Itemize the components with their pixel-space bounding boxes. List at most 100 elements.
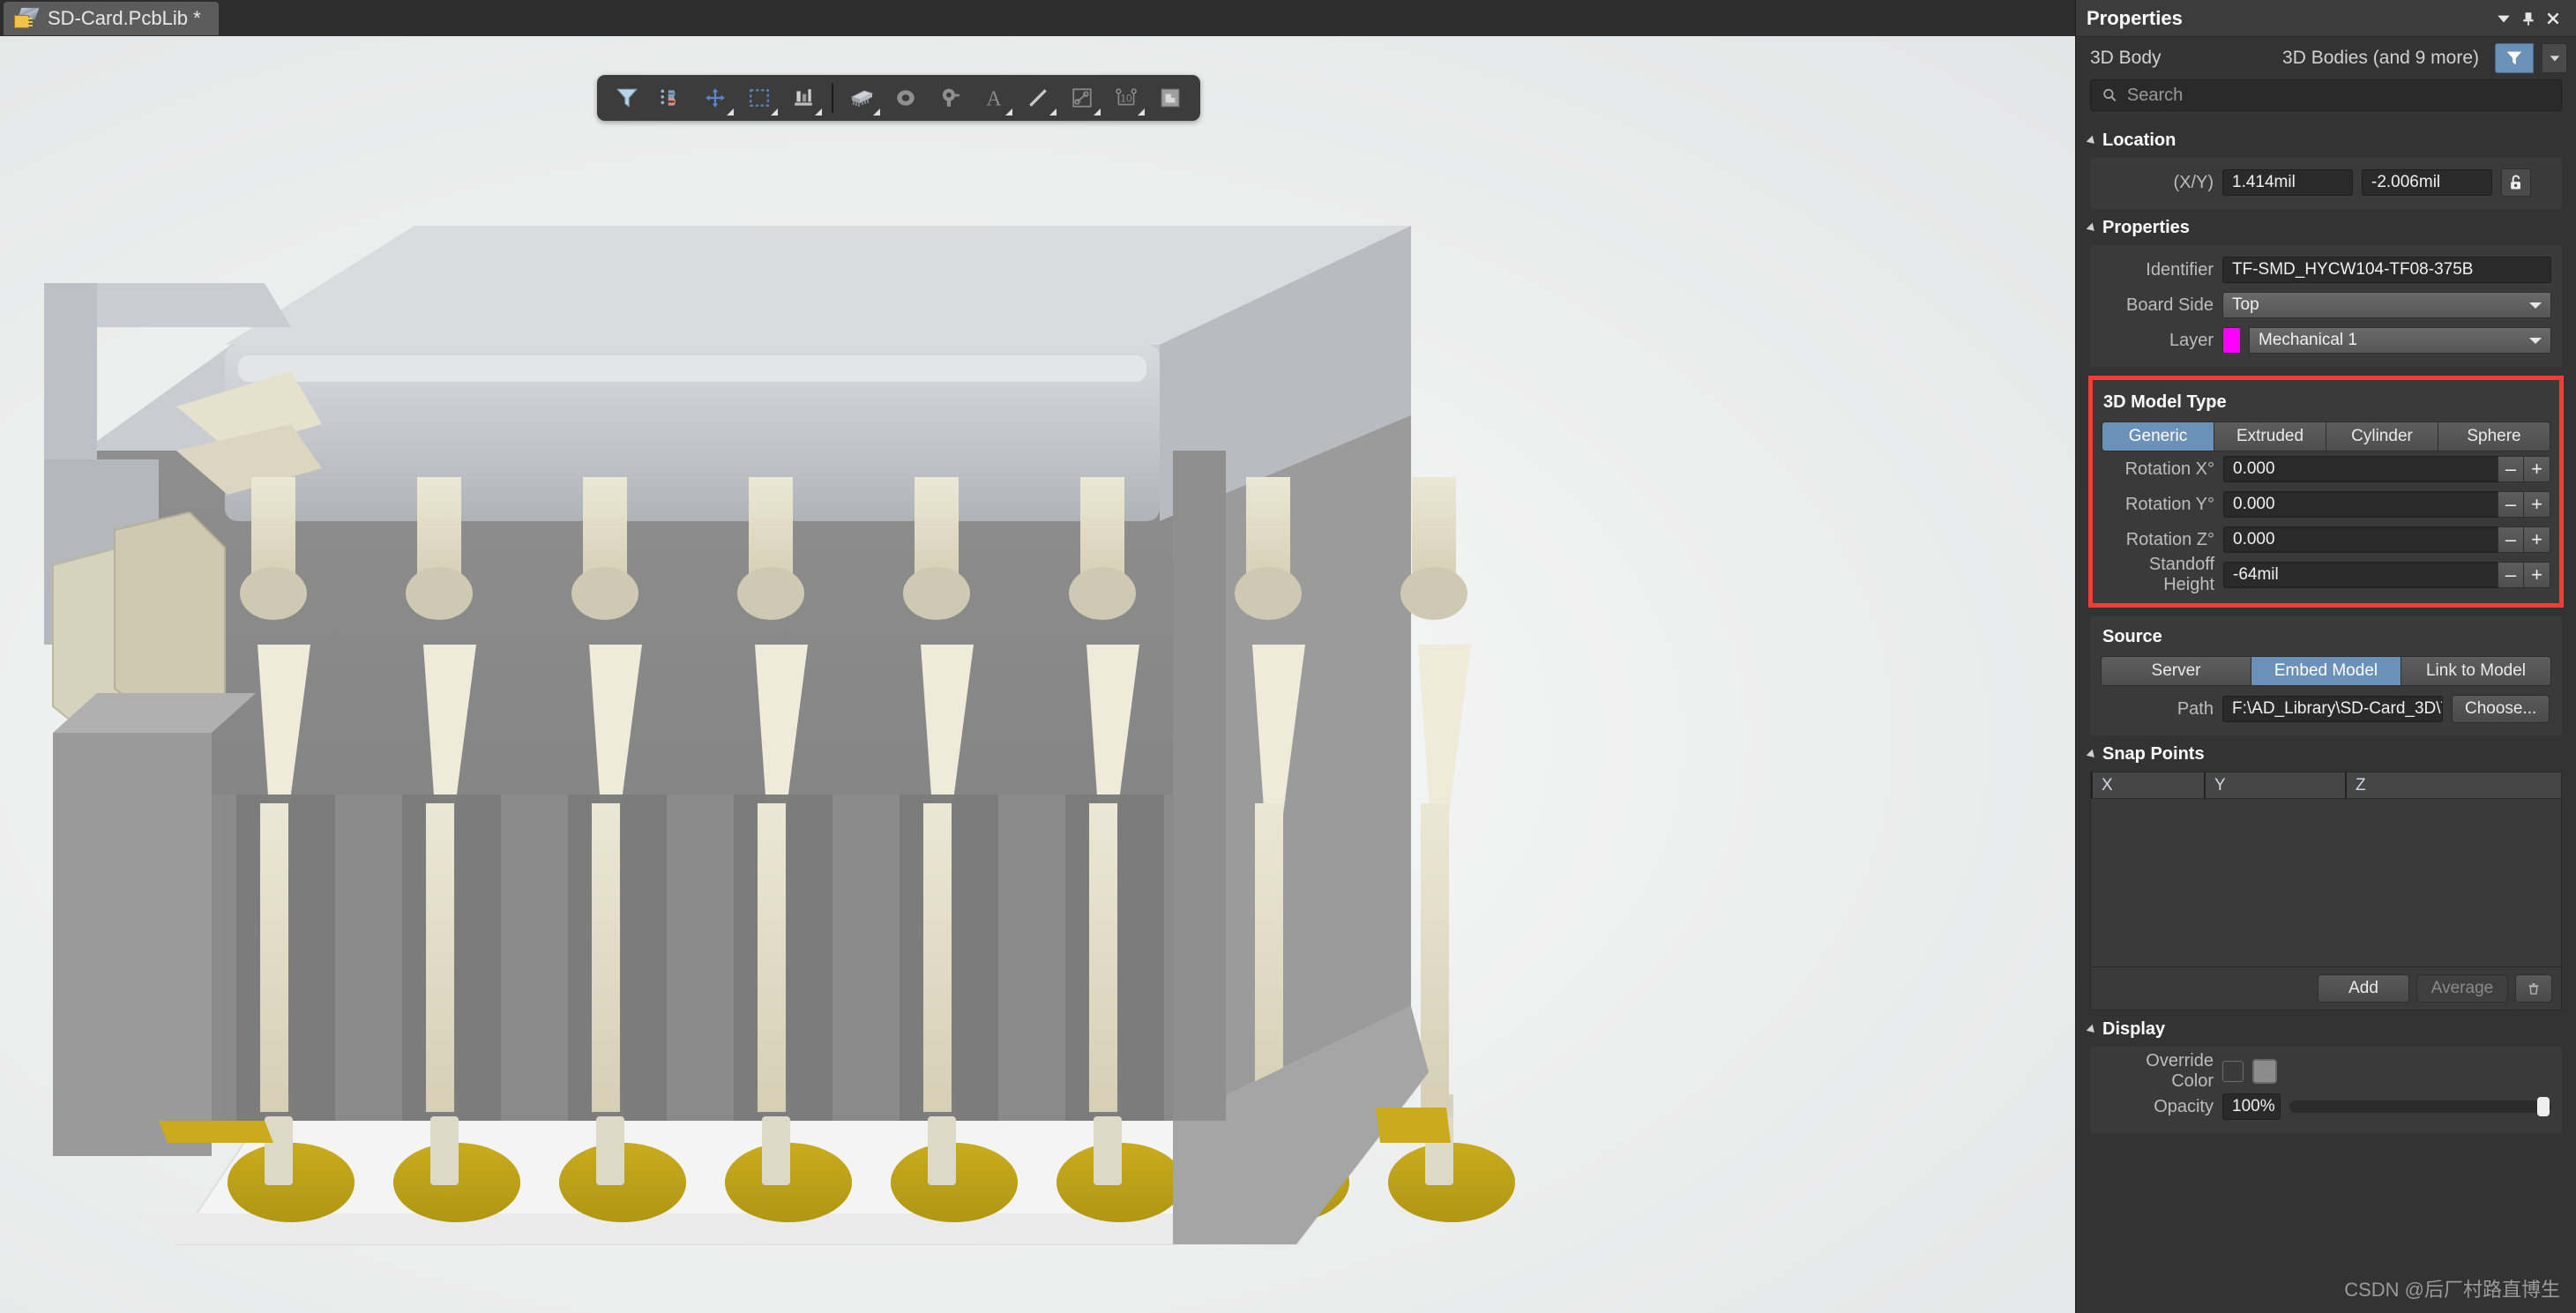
- source-option-link-to-model[interactable]: Link to Model: [2401, 657, 2550, 685]
- magnet-icon: [661, 89, 676, 106]
- location-xy-row: (X/Y) 1.414mil -2.006mil: [2101, 165, 2551, 200]
- chevron-down-icon: [2529, 302, 2542, 309]
- board-side-label: Board Side: [2126, 295, 2214, 315]
- rotation-y-input[interactable]: 0.000: [2223, 491, 2498, 518]
- standoff-height-input[interactable]: -64mil: [2223, 562, 2498, 588]
- trash-icon: [2528, 983, 2539, 995]
- close-icon[interactable]: [2541, 6, 2565, 31]
- dropdown-corner-icon: [1138, 108, 1145, 116]
- dimension-10-icon: 10: [1116, 88, 1137, 106]
- model-type-option-sphere[interactable]: Sphere: [2438, 422, 2550, 451]
- snap-points-table: X Y Z Add Average: [2090, 772, 2562, 1011]
- source-segmented-control[interactable]: Server Embed Model Link to Model: [2101, 656, 2551, 686]
- opacity-label: Opacity: [2154, 1096, 2214, 1116]
- snap-column-y: Y: [2204, 772, 2345, 798]
- override-color-checkbox[interactable]: [2222, 1061, 2244, 1082]
- opacity-slider[interactable]: [2289, 1097, 2551, 1116]
- location-y-input[interactable]: -2.006mil: [2362, 169, 2492, 196]
- text-a-icon: A: [986, 88, 1002, 109]
- source-option-embed-model[interactable]: Embed Model: [2251, 657, 2401, 685]
- section-header-display[interactable]: Display: [2076, 1011, 2576, 1047]
- display-group: Override Color Opacity 100%: [2090, 1047, 2562, 1133]
- region-icon: [1072, 88, 1092, 108]
- snap-add-button[interactable]: Add: [2318, 974, 2409, 1003]
- rotation-y-decrement-button[interactable]: –: [2498, 491, 2524, 518]
- funnel-icon: [2506, 51, 2522, 65]
- svg-text:A: A: [986, 88, 1002, 109]
- rotation-z-stepper[interactable]: 0.000 – +: [2223, 526, 2550, 553]
- layer-select[interactable]: Mechanical 1: [2249, 327, 2551, 354]
- choose-path-button[interactable]: Choose...: [2452, 695, 2550, 723]
- identifier-input[interactable]: TF-SMD_HYCW104-TF08-375B: [2222, 257, 2551, 283]
- toolbar-line-tool[interactable]: [1017, 78, 1059, 117]
- location-x-input[interactable]: 1.414mil: [2222, 169, 2353, 196]
- rotation-x-increment-button[interactable]: +: [2524, 456, 2550, 482]
- dropdown-corner-icon: [873, 108, 880, 116]
- connector-3d-model: [44, 226, 1515, 1245]
- document-tab-sd-card-pcblib[interactable]: SD-Card.PcbLib *: [4, 2, 219, 35]
- rotation-y-increment-button[interactable]: +: [2524, 491, 2550, 518]
- board-side-select[interactable]: Top: [2222, 292, 2551, 318]
- toolbar-align-tool[interactable]: [782, 78, 825, 117]
- toolbar-region-tool[interactable]: [1061, 78, 1103, 117]
- section-header-snap-points[interactable]: Snap Points: [2076, 735, 2576, 772]
- pcb-floating-toolbar[interactable]: A 10: [597, 75, 1200, 121]
- opacity-input[interactable]: 100%: [2222, 1093, 2281, 1120]
- toolbar-dimension-tool[interactable]: 10: [1105, 78, 1147, 117]
- section-title-properties: Properties: [2102, 218, 2190, 237]
- toolbar-filter-tool[interactable]: [606, 78, 648, 117]
- rotation-x-row: Rotation X° 0.000 – +: [2102, 451, 2550, 487]
- path-input[interactable]: F:\AD_Library\SD-Card_3D\TF: [2222, 696, 2443, 722]
- rotation-y-stepper[interactable]: 0.000 – +: [2223, 491, 2550, 518]
- rotation-z-decrement-button[interactable]: –: [2498, 526, 2524, 553]
- standoff-height-stepper[interactable]: -64mil – +: [2223, 562, 2550, 588]
- rotation-z-input[interactable]: 0.000: [2223, 526, 2498, 553]
- pin-icon[interactable]: [2516, 6, 2541, 31]
- filter-toggle-button[interactable]: [2495, 43, 2534, 73]
- rotation-x-decrement-button[interactable]: –: [2498, 456, 2524, 482]
- filter-dropdown-button[interactable]: [2542, 43, 2567, 73]
- properties-panel: Properties 3D Body 3D Bodies (and 9 more…: [2075, 0, 2576, 1313]
- rotation-x-stepper[interactable]: 0.000 – +: [2223, 456, 2550, 482]
- search-box[interactable]: [2090, 79, 2562, 111]
- toolbar-separator: [832, 83, 833, 113]
- rotation-z-increment-button[interactable]: +: [2524, 526, 2550, 553]
- toolbar-component-tool[interactable]: [840, 78, 883, 117]
- move-arrows-icon: [706, 88, 725, 108]
- toolbar-board-cutout-tool[interactable]: [1149, 78, 1191, 117]
- model-type-option-extruded[interactable]: Extruded: [2214, 422, 2326, 451]
- model-type-option-generic[interactable]: Generic: [2102, 422, 2214, 451]
- toolbar-text-tool[interactable]: A: [973, 78, 1015, 117]
- override-color-swatch[interactable]: [2252, 1059, 2277, 1084]
- dropdown-corner-icon: [1049, 108, 1057, 116]
- snap-points-table-body[interactable]: [2091, 799, 2561, 966]
- section-header-location[interactable]: Location: [2076, 122, 2576, 158]
- layer-color-swatch: [2222, 327, 2240, 354]
- snap-points-table-footer: Add Average: [2091, 966, 2561, 1010]
- source-option-server[interactable]: Server: [2102, 657, 2251, 685]
- toolbar-selection-tool[interactable]: [738, 78, 780, 117]
- snap-column-z: Z: [2345, 772, 2561, 798]
- identifier-label: Identifier: [2146, 259, 2214, 280]
- standoff-height-row: Standoff Height -64mil – +: [2102, 555, 2550, 594]
- chevron-down-icon[interactable]: [2491, 6, 2516, 31]
- search-input[interactable]: [2126, 85, 2550, 106]
- location-lock-button[interactable]: [2501, 168, 2531, 197]
- toolbar-snap-tool[interactable]: [650, 78, 692, 117]
- source-header: Source: [2102, 627, 2162, 646]
- rotation-x-input[interactable]: 0.000: [2223, 456, 2498, 482]
- section-header-properties[interactable]: Properties: [2076, 209, 2576, 245]
- toolbar-pad-tool[interactable]: [885, 78, 927, 117]
- model-type-option-cylinder[interactable]: Cylinder: [2326, 422, 2438, 451]
- standoff-height-increment-button[interactable]: +: [2524, 562, 2550, 588]
- model-type-segmented-control[interactable]: Generic Extruded Cylinder Sphere: [2102, 422, 2550, 451]
- toolbar-move-tool[interactable]: [694, 78, 736, 117]
- toolbar-via-tool[interactable]: [929, 78, 971, 117]
- pcb-3d-viewport[interactable]: A 10: [0, 36, 2075, 1313]
- opacity-slider-knob[interactable]: [2537, 1097, 2550, 1116]
- panel-title: Properties: [2087, 6, 2183, 29]
- watermark-text: CSDN @后厂村路直博生: [2344, 1279, 2560, 1301]
- snap-delete-button[interactable]: [2515, 974, 2552, 1003]
- collapse-triangle-icon: [2086, 1024, 2098, 1035]
- standoff-height-decrement-button[interactable]: –: [2498, 562, 2524, 588]
